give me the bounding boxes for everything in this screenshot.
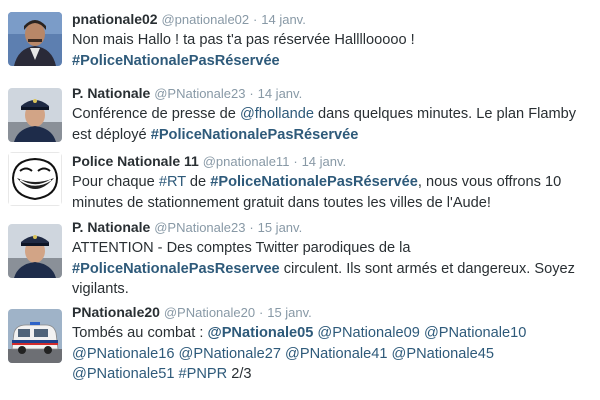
tweet-date[interactable]: 14 janv. — [261, 12, 306, 27]
police-car-avatar[interactable] — [8, 309, 62, 363]
hashtag-link[interactable]: #RT — [159, 174, 186, 190]
mention-link[interactable]: @PNationale45 — [392, 346, 494, 362]
tweet-text-segment: Conférence de presse de — [72, 106, 240, 122]
tweet-text-segment: Pour chaque — [72, 174, 159, 190]
hashtag-link[interactable]: #PoliceNationalePasRéservée — [151, 127, 359, 143]
tweet-author-name[interactable]: P. Nationale — [72, 85, 150, 101]
tweet-author-name[interactable]: pnationale02 — [72, 11, 158, 27]
hashtag-link[interactable]: #PNPR — [179, 366, 228, 382]
tweet-date[interactable]: 15 janv. — [258, 220, 303, 235]
separator-dot: · — [253, 12, 258, 27]
tweet-author-handle[interactable]: @PNationale23 — [154, 220, 245, 235]
separator-dot: · — [293, 154, 298, 169]
tweet-text-segment: 2/3 — [227, 366, 252, 382]
trollface-avatar[interactable] — [8, 152, 62, 206]
mention-link[interactable]: @PNationale09 — [317, 325, 419, 341]
mention-link[interactable]: @PNationale10 — [424, 325, 526, 341]
tweet-author-handle[interactable]: @pnationale11 — [203, 154, 290, 169]
tweet-author-handle[interactable]: @PNationale23 — [154, 86, 245, 101]
tweet-text: Pour chaque #RT de #PoliceNationalePasRé… — [72, 172, 596, 213]
tweet-text: Non mais Hallo ! ta pas t'a pas réservée… — [72, 30, 596, 71]
tweet-author-handle[interactable]: @PNationale20 — [164, 305, 255, 320]
tweet-text-segment: Tombés au combat : — [72, 325, 208, 341]
separator-dot: · — [249, 220, 254, 235]
tweet-author-name[interactable]: P. Nationale — [72, 219, 150, 235]
tweet-text: Tombés au combat : @PNationale05 @PNatio… — [72, 323, 596, 385]
tweet-text-segment: Non mais Hallo ! ta pas t'a pas réservée… — [72, 32, 415, 48]
man-portrait-avatar[interactable] — [8, 12, 62, 66]
mention-link[interactable]: @PNationale16 — [72, 346, 174, 362]
tweet-date[interactable]: 14 janv. — [302, 154, 347, 169]
mention-link[interactable]: @fhollande — [240, 106, 314, 122]
separator-dot: · — [249, 86, 254, 101]
tweet-text-segment: de — [185, 174, 211, 190]
mention-link[interactable]: @PNationale27 — [179, 346, 281, 362]
police-officer-avatar[interactable] — [8, 88, 62, 142]
tweet-text-segment: ATTENTION - Des comptes Twitter parodiqu… — [72, 240, 411, 256]
hashtag-link[interactable]: #PoliceNationalePasRéservée — [72, 53, 280, 69]
tweet-date[interactable]: 14 janv. — [258, 86, 303, 101]
mention-link[interactable]: @PNationale41 — [285, 346, 387, 362]
tweet-text: Conférence de presse de @fhollande dans … — [72, 104, 596, 145]
tweet-author-name[interactable]: Police Nationale 11 — [72, 153, 199, 169]
police-officer-avatar[interactable] — [8, 224, 62, 278]
tweet-author-name[interactable]: PNationale20 — [72, 304, 160, 320]
hashtag-link[interactable]: #PoliceNationalePasReservee — [72, 261, 280, 277]
tweet-date[interactable]: 15 janv. — [267, 305, 312, 320]
tweet-author-handle[interactable]: @pnationale02 — [161, 12, 249, 27]
separator-dot: · — [258, 305, 264, 320]
tweet-text: ATTENTION - Des comptes Twitter parodiqu… — [72, 238, 596, 300]
mention-link[interactable]: @PNationale05 — [207, 325, 313, 341]
mention-link[interactable]: @PNationale51 — [72, 366, 174, 382]
hashtag-link[interactable]: #PoliceNationalePasRéservée — [210, 174, 418, 190]
